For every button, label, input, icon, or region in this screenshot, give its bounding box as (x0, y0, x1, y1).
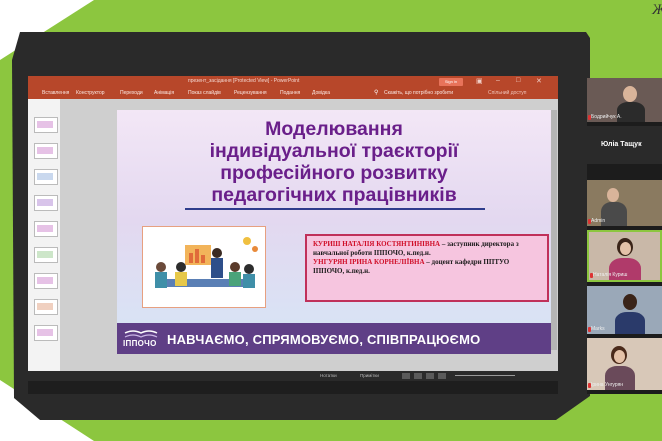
tab-help[interactable]: Довідка (312, 90, 330, 96)
slide-thumbnail[interactable] (34, 169, 58, 185)
tab-view[interactable]: Подання (280, 90, 300, 96)
tab-animations[interactable]: Анімація (154, 90, 174, 96)
slideshow-icon[interactable] (438, 373, 446, 379)
tab-transitions[interactable]: Переходи (120, 90, 143, 96)
slide-thumbnail[interactable] (34, 273, 58, 289)
window-title: презент_засідання [Protected View] - Pow… (188, 78, 300, 84)
participant-name: Юліа Тащук (601, 141, 642, 148)
signin-button[interactable]: Sign in (439, 78, 463, 86)
reading-view-icon[interactable] (426, 373, 434, 379)
participant-tile[interactable]: Admin (587, 180, 662, 226)
slide-thumbnail[interactable] (34, 325, 58, 341)
status-bar: Нотатки Примітки (28, 371, 558, 381)
tell-me-search[interactable]: Скажіть, що потрібно зробити (384, 90, 453, 96)
maximize-icon[interactable]: □ (516, 77, 520, 84)
ribbon: Вставлення Конструктор Переходи Анімація… (28, 88, 558, 99)
title-underline (185, 208, 485, 210)
speakers-box: КУРИШ НАТАЛІЯ КОСТЯНТИНІВНА – заступник … (305, 234, 549, 302)
tab-review[interactable]: Рецензування (234, 90, 267, 96)
slide-thumbnail[interactable] (34, 143, 58, 159)
slide-thumbnail[interactable] (34, 195, 58, 211)
slide-thumbnail[interactable] (34, 299, 58, 315)
ribbon-display-icon[interactable]: ▣ (476, 77, 483, 85)
tab-slideshow[interactable]: Показ слайдів (188, 90, 221, 96)
normal-view-icon[interactable] (402, 373, 410, 379)
slide-thumbnail[interactable] (34, 247, 58, 263)
meeting-illustration (142, 226, 266, 308)
current-slide[interactable]: Моделювання індивідуальної траєкторії пр… (117, 110, 551, 354)
slide-thumbnails-pane (28, 99, 60, 371)
participant-name: Admin (591, 218, 606, 224)
participant-name: Наталія Куриш (593, 272, 628, 278)
share-button[interactable]: Спільний доступ (488, 90, 526, 96)
title-bar: презент_засідання [Protected View] - Pow… (28, 76, 558, 88)
minimize-icon[interactable]: – (496, 77, 500, 84)
slide-thumbnail[interactable] (34, 221, 58, 237)
participant-tile-active-speaker[interactable]: Наталія Куриш (587, 230, 662, 282)
logo-text: ІППОЧО (123, 339, 157, 348)
tab-insert[interactable]: Вставлення (42, 90, 69, 96)
tab-design[interactable]: Конструктор (76, 90, 105, 96)
slide-editing-area: Моделювання індивідуальної траєкторії пр… (60, 99, 558, 371)
participant-tile[interactable]: Ірина Унгурян (587, 338, 662, 390)
participant-tile[interactable]: Бодрийчук А. (587, 78, 662, 122)
comments-button[interactable]: Примітки (360, 373, 379, 378)
lightbulb-icon[interactable]: ⚲ (374, 89, 378, 96)
corner-glyph: Ж (652, 2, 662, 19)
speaker-1-name: КУРИШ НАТАЛІЯ КОСТЯНТИНІВНА (313, 240, 441, 248)
slide-title: Моделювання індивідуальної траєкторії пр… (209, 118, 459, 206)
participant-name: Marks (591, 326, 605, 332)
powerpoint-window: презент_засідання [Protected View] - Pow… (28, 76, 558, 394)
speaker-2-name: УНГУРЯН ІРИНА КОРНЕЛІЇВНА (313, 258, 425, 266)
vertical-scrollbar[interactable] (551, 110, 557, 350)
participant-name: Бодрийчук А. (591, 114, 622, 120)
participant-name: Ірина Унгурян (591, 382, 624, 388)
participant-tile[interactable]: Marks (587, 286, 662, 334)
notes-button[interactable]: Нотатки (320, 373, 337, 378)
slide-sorter-icon[interactable] (414, 373, 422, 379)
zoom-slider[interactable] (455, 375, 515, 376)
slide-thumbnail[interactable] (34, 117, 58, 133)
participant-tile[interactable]: Юліа Тащук (587, 126, 662, 164)
slide-motto: НАВЧАЄМО, СПРЯМОВУЄМО, СПІВПРАЦЮЄМО (167, 332, 481, 347)
slide-footer-banner: ІППОЧО НАВЧАЄМО, СПРЯМОВУЄМО, СПІВПРАЦЮЄ… (117, 323, 551, 354)
close-icon[interactable]: ✕ (536, 77, 542, 85)
video-participants-panel: Бодрийчук А. Юліа Тащук Admin Наталія Ку… (587, 78, 662, 394)
